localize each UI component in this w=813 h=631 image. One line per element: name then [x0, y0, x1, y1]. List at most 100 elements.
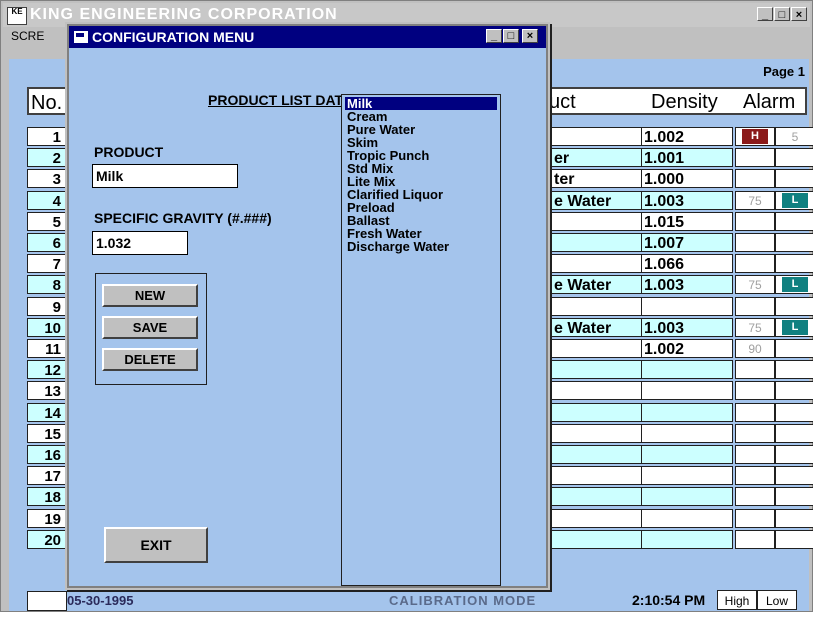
row-alarm-high [735, 148, 775, 168]
row-number: 18 [27, 487, 65, 507]
row-product [549, 360, 642, 380]
row-alarm-high: 75 [735, 275, 775, 295]
column-header-product: uct [549, 91, 576, 113]
specific-gravity-input[interactable]: 1.032 [92, 231, 188, 255]
row-number: 11 [27, 339, 65, 358]
row-density [641, 296, 733, 316]
row-alarm-high [735, 211, 775, 231]
row-number: 17 [27, 466, 65, 486]
row-alarm-high [735, 169, 775, 189]
configuration-dialog: CONFIGURATION MENU _ □ × PRODUCT LIST DA… [65, 22, 550, 590]
maximize-icon[interactable]: □ [774, 7, 790, 21]
row-number: 10 [27, 317, 65, 337]
row-number: 15 [27, 423, 65, 443]
row-alarm-high [735, 360, 775, 380]
product-label: PRODUCT [94, 144, 164, 160]
row-number: 2 [27, 148, 65, 168]
dialog-maximize-icon[interactable]: □ [503, 29, 519, 43]
row-product [549, 127, 642, 146]
delete-button[interactable]: DELETE [102, 348, 198, 371]
alarm-setpoint: 75 [748, 320, 762, 335]
row-alarm-low [775, 487, 813, 507]
row-alarm-low [775, 254, 813, 274]
company-logo-icon: KE [7, 7, 27, 25]
save-button[interactable]: SAVE [102, 316, 198, 339]
row-alarm-low: L [775, 190, 813, 210]
dialog-minimize-icon[interactable]: _ [486, 29, 502, 43]
row-alarm-low [775, 423, 813, 443]
row-alarm-low [775, 508, 813, 528]
row-density: 1.007 [641, 233, 733, 252]
footer-blank-cell [27, 591, 67, 611]
footer-low-label[interactable]: Low [757, 590, 797, 610]
row-number: 5 [27, 211, 65, 231]
footer-time: 2:10:54 PM [632, 592, 706, 608]
row-number: 4 [27, 190, 65, 210]
row-product [549, 423, 642, 443]
row-density: 1.003 [641, 190, 733, 210]
new-button[interactable]: NEW [102, 284, 198, 307]
alarm-badge: L [782, 319, 808, 335]
row-density [641, 423, 733, 443]
row-alarm-low [775, 296, 813, 316]
alarm-setpoint: 5 [791, 130, 799, 144]
row-density: 1.000 [641, 169, 733, 189]
row-density [641, 508, 733, 528]
row-density [641, 445, 733, 464]
row-alarm-low [775, 466, 813, 486]
row-alarm-high [735, 508, 775, 528]
row-alarm-high: H [735, 127, 775, 146]
row-alarm-low [775, 211, 813, 231]
row-alarm-low: L [775, 275, 813, 295]
row-number: 14 [27, 402, 65, 422]
row-alarm-high: 75 [735, 317, 775, 337]
minimize-icon[interactable]: _ [757, 7, 773, 21]
row-alarm-high [735, 402, 775, 422]
row-alarm-low [775, 339, 813, 358]
row-alarm-low [775, 402, 813, 422]
row-product [549, 466, 642, 486]
row-product: er [549, 148, 642, 168]
row-density [641, 487, 733, 507]
dialog-app-icon [74, 31, 88, 43]
row-number: 7 [27, 254, 65, 274]
row-number: 6 [27, 233, 65, 252]
row-number: 3 [27, 169, 65, 189]
row-alarm-low [775, 381, 813, 401]
row-number: 19 [27, 508, 65, 528]
product-input[interactable]: Milk [92, 164, 238, 188]
row-product [549, 508, 642, 528]
row-product [549, 445, 642, 464]
row-density [641, 529, 733, 549]
row-alarm-low [775, 169, 813, 189]
dialog-close-icon[interactable]: × [522, 29, 538, 43]
row-product [549, 339, 642, 358]
row-density [641, 402, 733, 422]
row-product: e Water [549, 275, 642, 295]
dialog-title-bar[interactable]: CONFIGURATION MENU _ □ × [69, 26, 546, 48]
row-product: ter [549, 169, 642, 189]
row-number: 9 [27, 296, 65, 316]
row-density: 1.066 [641, 254, 733, 274]
row-alarm-high: 75 [735, 190, 775, 210]
footer-high-label[interactable]: High [717, 590, 757, 610]
row-alarm-high [735, 233, 775, 252]
row-product [549, 233, 642, 252]
alarm-badge: L [782, 277, 808, 293]
exit-button[interactable]: EXIT [104, 527, 208, 563]
row-alarm-high [735, 529, 775, 549]
product-listbox[interactable]: Milk Cream Pure Water Skim Tropic Punch Std M… [341, 94, 501, 586]
row-alarm-high [735, 487, 775, 507]
row-number: 12 [27, 360, 65, 380]
row-number: 16 [27, 445, 65, 464]
close-icon[interactable]: × [791, 7, 807, 21]
row-density: 1.003 [641, 275, 733, 295]
footer-date: 05-30-1995 [67, 593, 134, 608]
menu-item-screen[interactable]: SCRE [11, 29, 44, 43]
row-number: 13 [27, 381, 65, 401]
row-product: e Water [549, 190, 642, 210]
column-header-alarm: Alarm [743, 91, 796, 113]
row-alarm-low [775, 445, 813, 464]
page-indicator: Page 1 [763, 64, 805, 79]
list-item[interactable]: Discharge Water [345, 240, 497, 253]
